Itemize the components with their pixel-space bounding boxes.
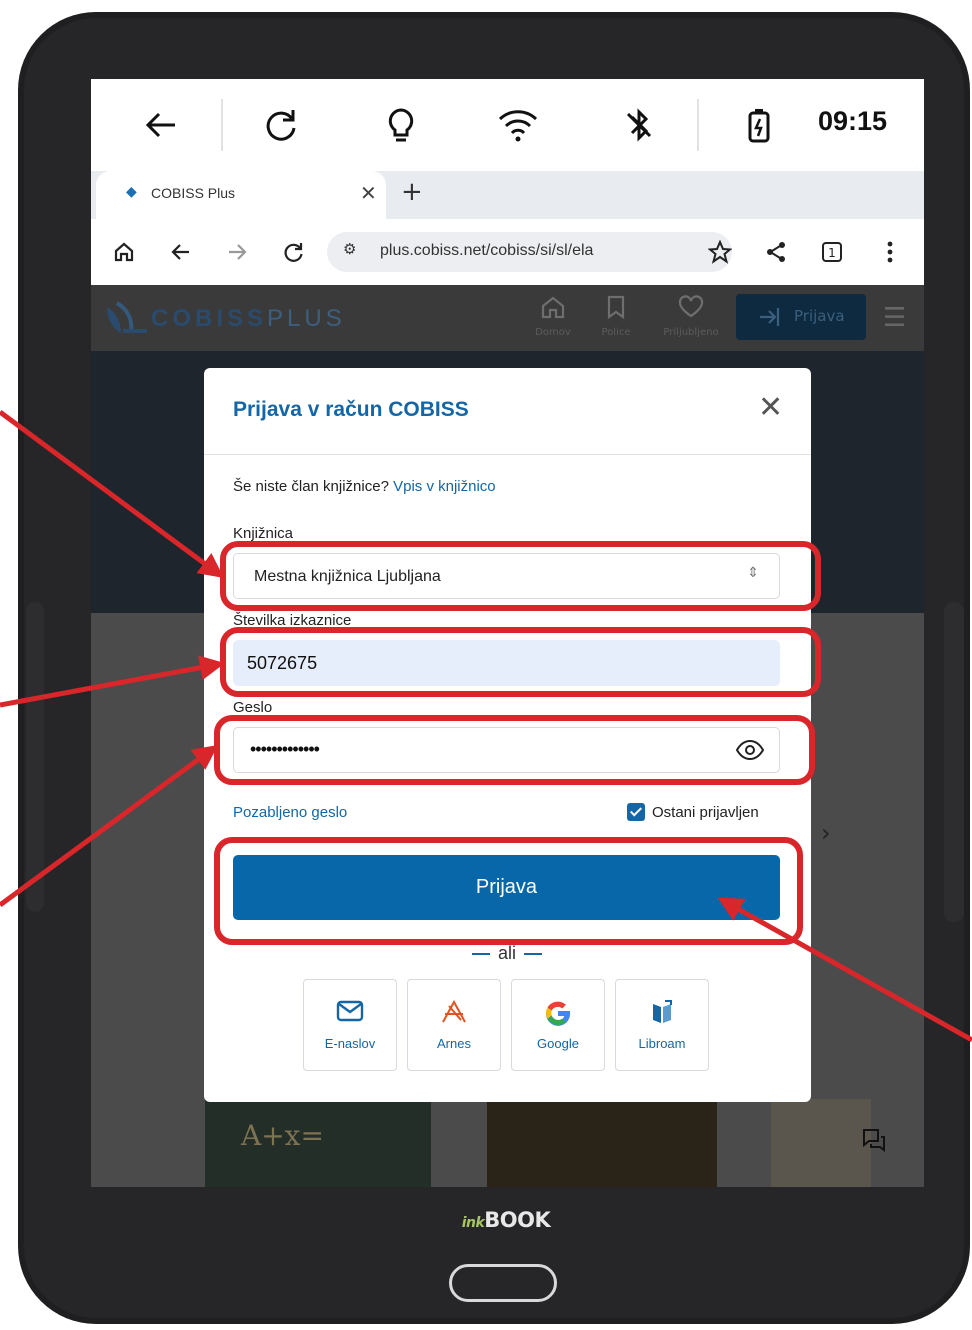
arrow-to-card (0, 655, 225, 708)
arrow-to-submit (717, 897, 972, 1043)
annotation-arrows (0, 409, 972, 1043)
arrow-to-library (0, 409, 225, 578)
arrow-to-password (0, 745, 219, 908)
